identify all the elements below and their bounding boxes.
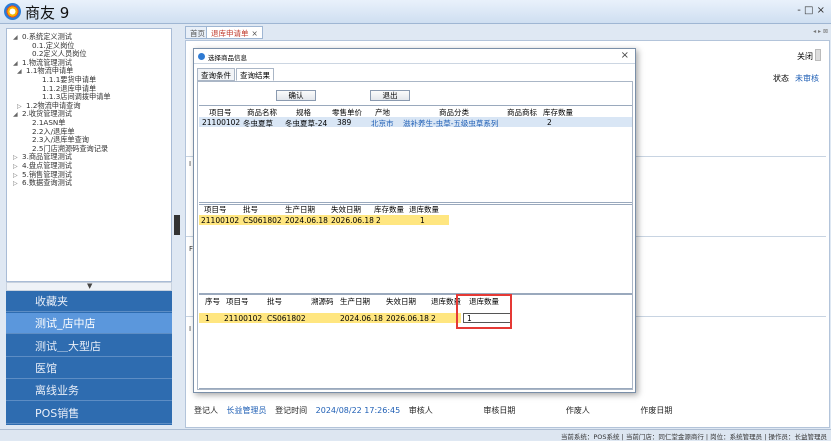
status-value: 未审核 (795, 74, 819, 83)
tree-scrollbar[interactable]: ▼ (6, 282, 172, 291)
status-field: 状态 未审核 (773, 74, 819, 83)
sidenav-item[interactable]: 收藏夹 (6, 291, 172, 312)
form-scroll-handle[interactable] (815, 49, 821, 61)
form-footer: 登记人 长益管理员 登记时间 2024/08/22 17:26:45 审核人 审… (194, 406, 673, 415)
window-controls[interactable]: - □ × (797, 5, 825, 16)
select-product-dialog: 选择商品信息 × 查询条件 查询结果 确认 退出 项目号 商品名称 规格 零售单… (193, 48, 636, 393)
expand-arrow-icon[interactable]: ◢ (13, 33, 22, 42)
registrant-value: 长益管理员 (226, 406, 267, 415)
dialog-icon (198, 53, 205, 60)
batch-grid: 项目号 批号 生产日期 失效日期 库存数量 退库数量 21100102 CS06… (199, 202, 632, 294)
tab-query-conditions[interactable]: 查询条件 (197, 68, 235, 81)
tab-close-icon[interactable]: × (252, 29, 258, 38)
function-tree: ◢ 0.系统定义测试 0.1.定义岗位 0.2定义人员岗位 ◢ 1.物流管理测试 ◢ 1.1物… (6, 28, 172, 282)
reg-time-value: 2024/08/22 17:26:45 (315, 406, 401, 415)
scroll-down-icon[interactable]: ▼ (87, 282, 92, 290)
return-grid: 序号 项目号 批号 溯源码 生产日期 失效日期 退库数量 退库数量 1 2110… (199, 294, 632, 389)
expand-arrow-icon[interactable]: ▷ (13, 179, 22, 188)
sidenav-item[interactable]: POS销售 (6, 403, 172, 424)
sidenav-item[interactable]: 医馆 (6, 358, 172, 379)
app-logo-icon (4, 3, 21, 20)
sidenav-item[interactable]: 测试_店中店 (6, 313, 172, 335)
close-button[interactable]: 关闭 (797, 51, 813, 62)
tab-nav-icons[interactable]: ◂ ▸ ⊠ (813, 28, 828, 35)
status-bar: 当前系统：POS系统 | 当前门店：同仁堂金源商行 | 岗位：系统管理员 | 操… (0, 429, 831, 441)
highlight-box (456, 294, 512, 329)
tab-return-request[interactable]: 退库申请单 × (206, 26, 263, 39)
sidenav-item[interactable]: 离线业务 (6, 380, 172, 402)
document-tabs: 首页 退库申请单 × ◂ ▸ ⊠ (185, 26, 830, 40)
tree-item-label: 6.数据查询测试 (22, 178, 72, 188)
dialog-title-bar: 选择商品信息 × (194, 49, 635, 64)
expand-arrow-icon[interactable]: ◢ (17, 67, 26, 76)
product-grid: 项目号 商品名称 规格 零售单价 产地 商品分类 商品商标 库存数量 21100… (199, 105, 632, 205)
tree-item[interactable]: ▷ 6.数据查询测试 (13, 178, 72, 188)
expand-arrow-icon[interactable]: ◢ (13, 110, 22, 119)
collapse-handle[interactable] (174, 215, 180, 235)
confirm-button[interactable]: 确认 (276, 90, 316, 101)
dialog-title: 选择商品信息 (208, 54, 247, 62)
side-navigation: 收藏夹 测试_店中店 测试＿大型店 医馆 离线业务 POS销售 (6, 291, 172, 425)
tab-query-results[interactable]: 查询结果 (236, 68, 274, 81)
dialog-close-icon[interactable]: × (621, 50, 629, 61)
app-title: 商友 9 (25, 4, 70, 22)
title-bar: 商友 9 - □ × (0, 0, 831, 24)
exit-button[interactable]: 退出 (370, 90, 410, 101)
sidenav-item[interactable]: 测试＿大型店 (6, 336, 172, 357)
